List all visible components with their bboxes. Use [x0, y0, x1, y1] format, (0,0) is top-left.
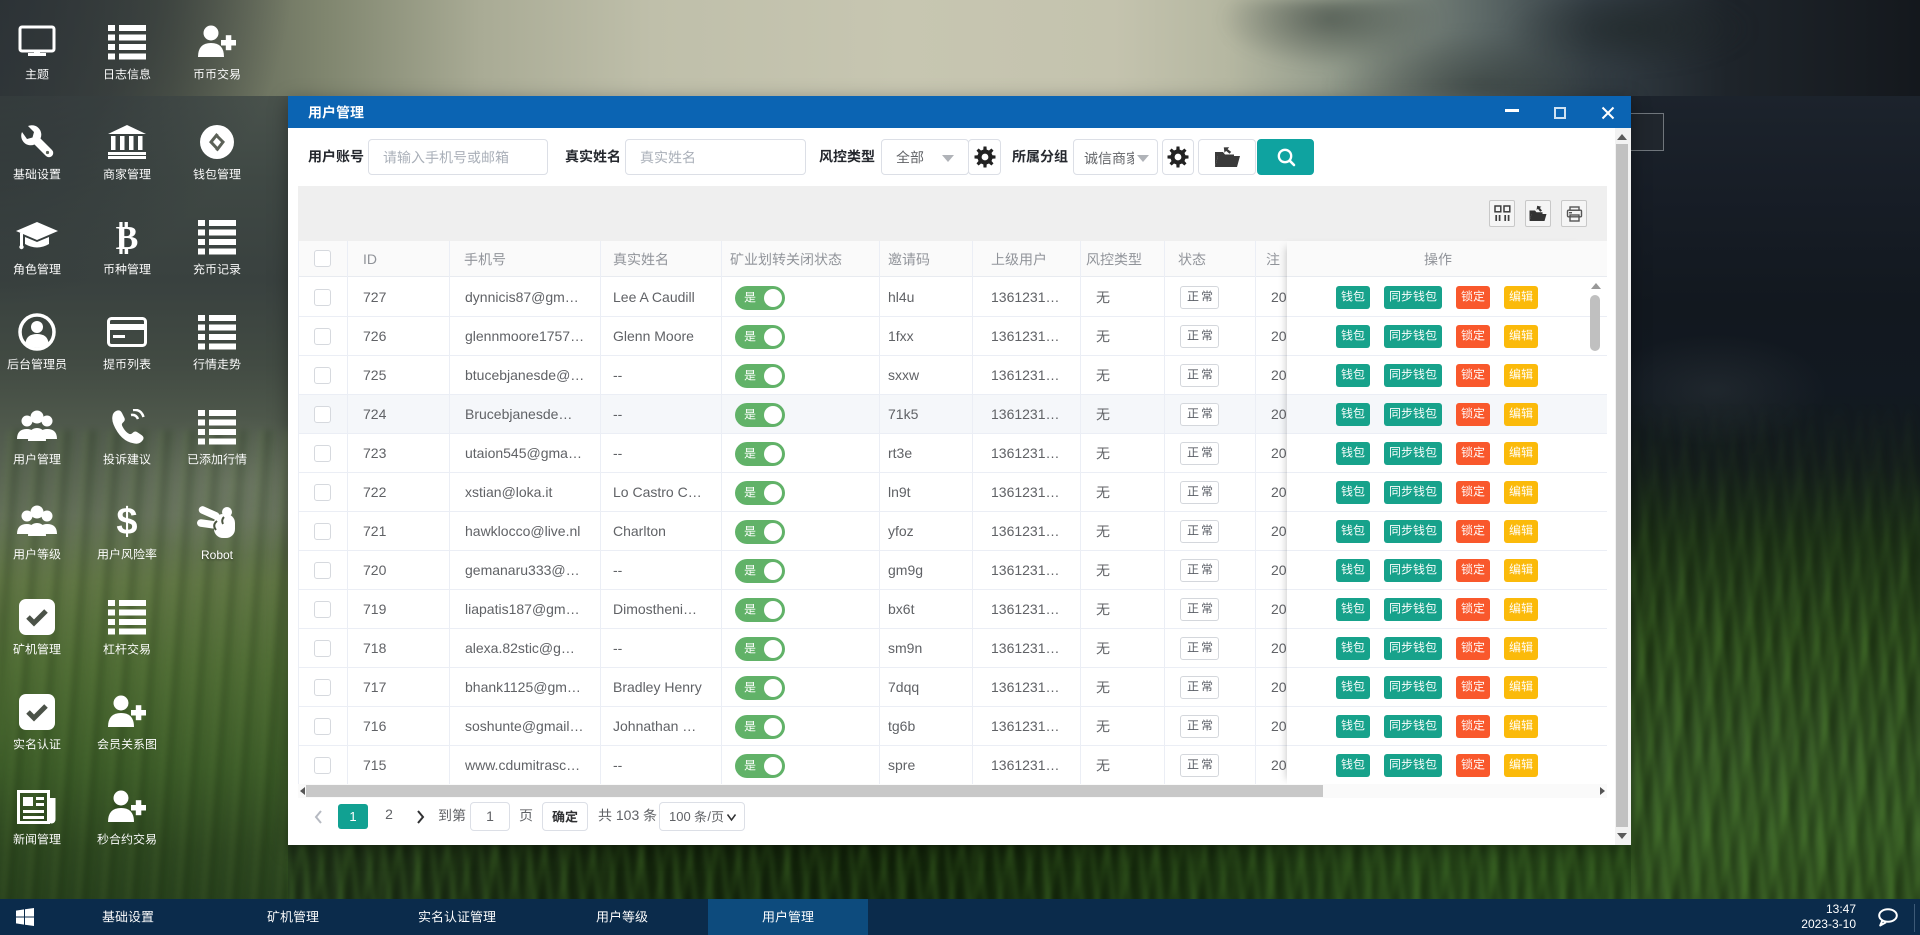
svg-text:$: $ — [116, 502, 137, 542]
svg-text:₿: ₿ — [116, 220, 139, 256]
